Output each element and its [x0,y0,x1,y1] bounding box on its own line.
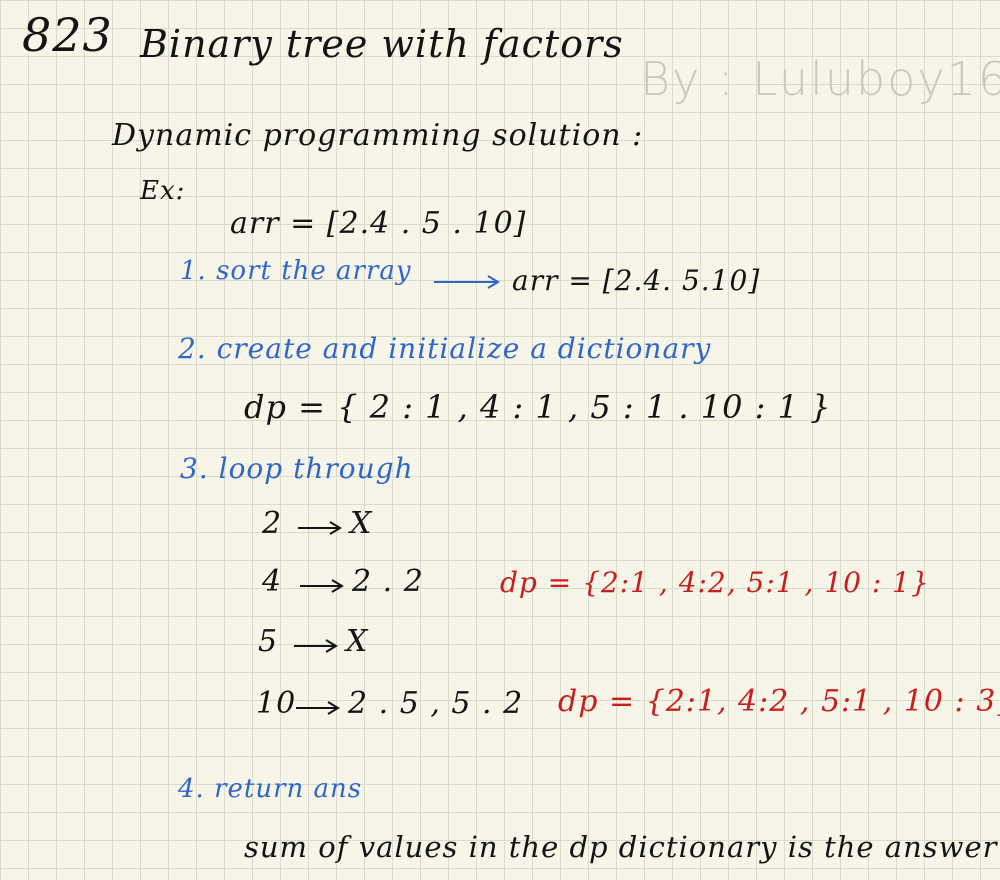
step-3-label: 3. loop through [180,452,414,485]
arrow-right-icon [294,639,338,653]
loop-row-key: 4 [262,564,283,599]
step-4-result: sum of values in the dp dictionary is th… [244,830,998,864]
loop-row-result: 2 . 5 , 5 . 2 [348,686,524,721]
step-2-label: 2. create and initialize a dictionary [178,332,712,365]
loop-row-result: X [350,506,373,541]
step-4-label: 4. return ans [178,774,363,804]
loop-row-key: 5 [258,624,279,659]
arrow-right-icon [296,701,340,715]
arrow-right-icon [300,579,344,593]
step-2-result: dp = { 2 : 1 , 4 : 1 , 5 : 1 . 10 : 1 } [244,388,832,426]
arrow-right-icon [298,521,342,535]
author-watermark: By : Luluboy168 [640,52,1000,106]
loop-row-dp: dp = {2:1, 4:2 , 5:1 , 10 : 3} [558,684,1000,719]
arrow-right-icon [434,275,500,289]
step-1-result: arr = [2.4. 5.10] [512,264,761,297]
loop-row-key: 10 [256,686,297,721]
problem-number: 823 [22,8,113,62]
page-title: Binary tree with factors [140,22,624,66]
loop-row-result: 2 . 2 [352,564,424,599]
subtitle: Dynamic programming solution : [112,118,644,153]
loop-row-result: X [346,624,369,659]
loop-row-key: 2 [262,506,283,541]
step-1-label: 1. sort the array [180,256,412,286]
example-array: arr = [2.4 . 5 . 10] [230,206,527,241]
loop-row-dp: dp = {2:1 , 4:2, 5:1 , 10 : 1} [500,566,930,599]
example-label: Ex: [140,176,186,206]
